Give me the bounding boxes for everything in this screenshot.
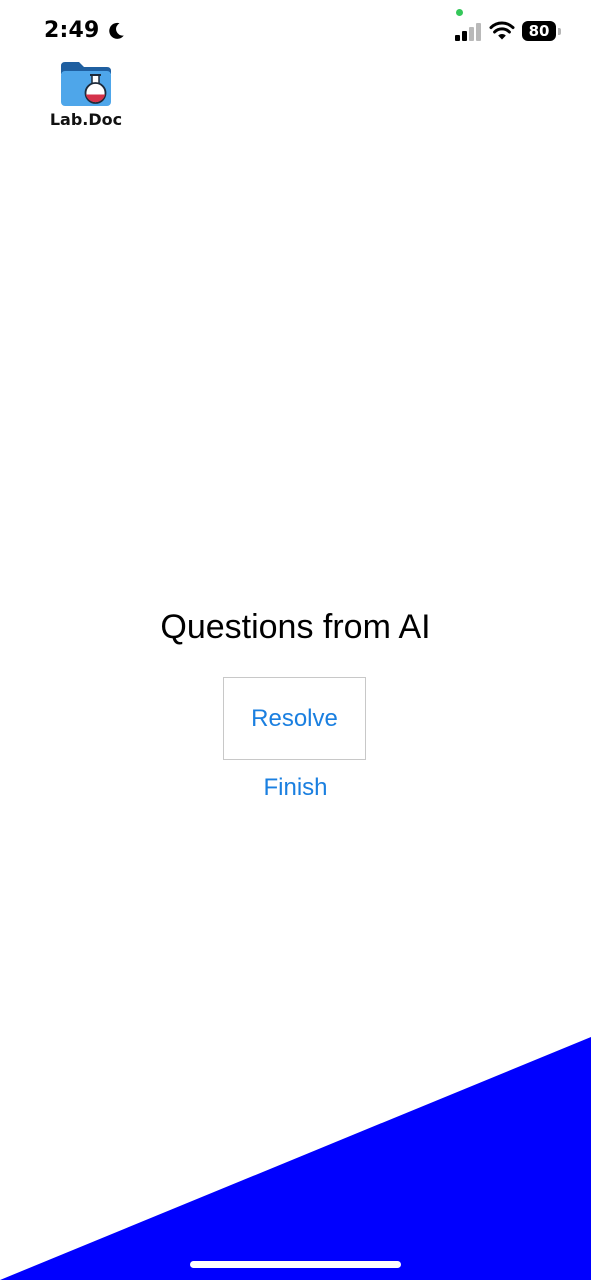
status-bar: 2:49 80 bbox=[0, 0, 591, 60]
home-indicator[interactable] bbox=[190, 1261, 401, 1268]
battery-body: 80 bbox=[522, 21, 556, 41]
app-logo: Lab.Doc bbox=[48, 58, 124, 130]
status-time-group: 2:49 bbox=[44, 18, 126, 43]
status-time: 2:49 bbox=[44, 18, 100, 43]
battery-icon: 80 bbox=[522, 21, 561, 41]
signal-icon bbox=[455, 23, 481, 41]
wifi-icon bbox=[489, 21, 515, 40]
battery-cap bbox=[558, 28, 561, 35]
privacy-indicator-dot bbox=[456, 9, 463, 16]
folder-flask-icon bbox=[61, 62, 111, 106]
moon-icon bbox=[108, 22, 124, 39]
page-title: Questions from AI bbox=[160, 608, 431, 646]
logo-text: Lab.Doc bbox=[49, 110, 123, 129]
resolve-button[interactable]: Resolve bbox=[223, 677, 366, 760]
finish-button[interactable]: Finish bbox=[0, 774, 591, 802]
battery-level: 80 bbox=[528, 22, 550, 40]
